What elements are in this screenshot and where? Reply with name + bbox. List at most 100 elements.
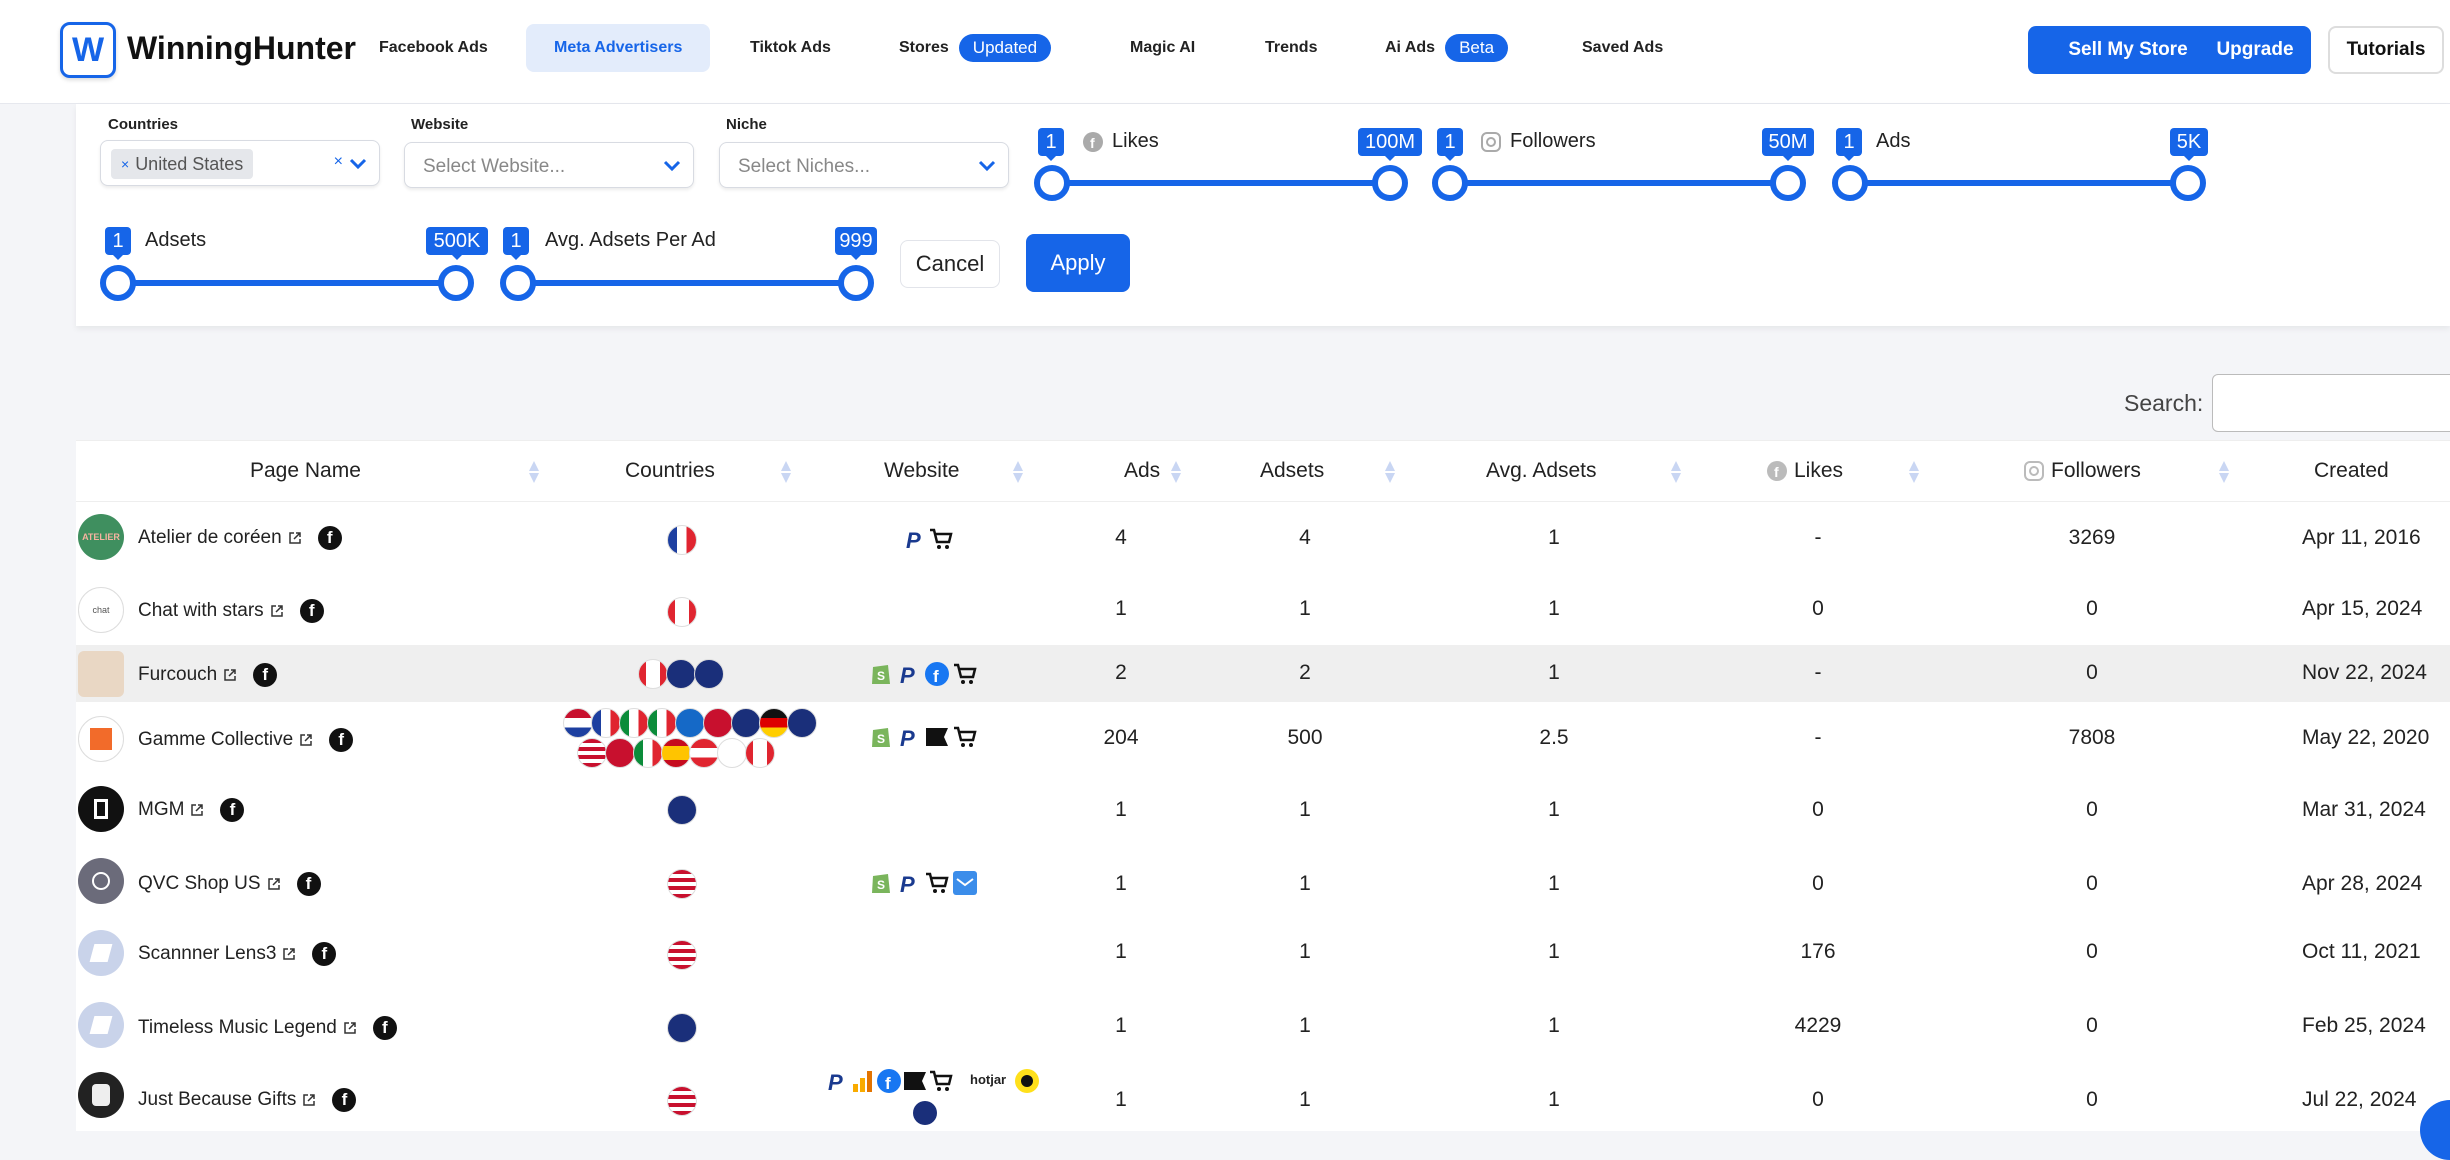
countries-label: Countries [108,116,179,133]
table-row[interactable]: Timeless Music Legend f 1 1 1 4229 0 Feb… [76,990,2450,1062]
brand-name[interactable]: WinningHunter [127,30,356,67]
sort-icon[interactable] [1908,459,1920,485]
external-link-icon[interactable] [223,668,237,682]
cancel-button[interactable]: Cancel [900,240,1000,288]
nav-saved-ads[interactable]: Saved Ads [1582,24,1663,72]
avg-adsets-track[interactable] [518,280,858,286]
col-adsets[interactable]: Adsets [1260,459,1324,483]
likes-track[interactable] [1052,180,1392,186]
sort-icon[interactable] [1384,459,1396,485]
search-input[interactable] [2212,374,2450,432]
facebook-icon[interactable]: f [317,526,342,550]
external-link-icon[interactable] [343,1021,357,1035]
col-countries[interactable]: Countries [625,459,715,483]
flag-it-icon [633,738,663,768]
brand-logo-icon[interactable]: W [60,22,116,78]
facebook-icon[interactable]: f [296,872,321,896]
ads-max-handle[interactable] [2170,165,2206,201]
apply-button[interactable]: Apply [1026,234,1130,292]
remove-chip-icon[interactable]: × [121,156,129,172]
col-likes[interactable]: f Likes [1766,459,1843,483]
external-link-icon[interactable] [299,733,313,747]
nav-tiktok-ads[interactable]: Tiktok Ads [750,24,831,72]
table-row[interactable]: Just Because Gifts f P f hotjar 1 1 1 0 … [76,1062,2450,1131]
external-link-icon[interactable] [190,803,204,817]
nav-facebook-ads[interactable]: Facebook Ads [379,24,488,72]
facebook-icon[interactable]: f [299,599,324,623]
likes-value: 0 [1812,798,1824,821]
external-link-icon[interactable] [270,604,284,618]
table-row[interactable]: Scannner Lens3 f 1 1 1 176 0 Oct 11, 202… [76,918,2450,990]
svg-text:P: P [900,872,915,896]
ads-track[interactable] [1850,180,2190,186]
chevron-down-icon[interactable] [349,155,367,173]
followers-min-handle[interactable] [1432,165,1468,201]
facebook-icon[interactable]: f [329,728,354,752]
external-link-icon[interactable] [282,947,296,961]
country-chip[interactable]: × United States [111,149,254,179]
page-name-link[interactable]: Furcouch f [138,663,278,687]
facebook-icon[interactable]: f [220,798,245,822]
sort-icon[interactable] [1170,459,1182,485]
facebook-icon[interactable]: f [253,663,278,687]
nav-magic-ai[interactable]: Magic AI [1130,24,1195,72]
adsets-min-handle[interactable] [100,265,136,301]
col-avg-adsets[interactable]: Avg. Adsets [1486,459,1597,483]
col-ads[interactable]: Ads [1124,459,1160,483]
table-row[interactable]: Furcouch f S P f 2 2 1 - 0 Nov 22, 2024 [76,645,2450,702]
page-name-link[interactable]: Atelier de coréen f [138,526,342,550]
page-name-link[interactable]: Chat with stars f [138,599,324,623]
avg-adsets-max-handle[interactable] [838,265,874,301]
ads-min-handle[interactable] [1832,165,1868,201]
sort-icon[interactable] [528,459,540,485]
countries-select[interactable]: × United States × [100,140,380,186]
likes-max-handle[interactable] [1372,165,1408,201]
upgrade-button[interactable]: Upgrade [2199,26,2311,74]
sell-my-store-button[interactable]: Sell My Store [2028,26,2228,74]
nav-trends[interactable]: Trends [1265,24,1317,72]
facebook-icon: f [1083,131,1103,152]
chevron-down-icon[interactable] [663,157,681,175]
sort-icon[interactable] [1670,459,1682,485]
cart-icon [954,726,977,747]
page-name-link[interactable]: QVC Shop US f [138,872,321,896]
nav-ai-ads[interactable]: Ai Ads Beta [1385,24,1509,72]
adsets-max-handle[interactable] [438,265,474,301]
page-name-link[interactable]: MGM f [138,798,245,822]
table-row[interactable]: ATELIER Atelier de coréen f P 4 4 1 - 32… [76,502,2450,572]
table-row[interactable]: QVC Shop US f S P 1 1 1 0 0 Apr 28, 2024 [76,846,2450,918]
external-link-icon[interactable] [267,877,281,891]
sort-icon[interactable] [780,459,792,485]
sort-icon[interactable] [2218,459,2230,485]
niche-select[interactable]: Select Niches... [719,142,1009,188]
tutorials-button[interactable]: Tutorials [2328,26,2444,74]
likes-min-handle[interactable] [1034,165,1070,201]
table-row[interactable]: MGM f 1 1 1 0 0 Mar 31, 2024 [76,774,2450,846]
table-row[interactable]: Gamme Collective f S P 204 500 2.5 - 780… [76,702,2450,774]
external-link-icon[interactable] [288,531,302,545]
followers-track[interactable] [1450,180,1790,186]
facebook-icon[interactable]: f [372,1016,397,1040]
page-name-link[interactable]: Scannner Lens3 f [138,942,337,966]
col-created[interactable]: Created [2314,459,2389,483]
col-page-name[interactable]: Page Name [250,459,361,483]
website-select[interactable]: Select Website... [404,142,694,188]
sort-icon[interactable] [1012,459,1024,485]
col-followers[interactable]: Followers [2023,459,2141,483]
followers-max-handle[interactable] [1770,165,1806,201]
clear-icon[interactable]: × [334,153,343,171]
page-name-link[interactable]: Just Because Gifts f [138,1088,357,1112]
nav-meta-advertisers[interactable]: Meta Advertisers [526,24,711,72]
adsets-track[interactable] [118,280,458,286]
page-name-link[interactable]: Timeless Music Legend f [138,1016,397,1040]
page-name-link[interactable]: Gamme Collective f [138,728,354,752]
chevron-down-icon[interactable] [978,157,996,175]
facebook-icon[interactable]: f [312,942,337,966]
svg-text:f: f [885,1074,891,1093]
facebook-icon[interactable]: f [332,1088,357,1112]
col-website[interactable]: Website [884,459,959,483]
nav-stores[interactable]: Stores Updated [899,24,1052,72]
avg-adsets-min-handle[interactable] [500,265,536,301]
external-link-icon[interactable] [302,1093,316,1107]
table-row[interactable]: chat Chat with stars f 1 1 1 0 0 Apr 15,… [76,575,2450,645]
